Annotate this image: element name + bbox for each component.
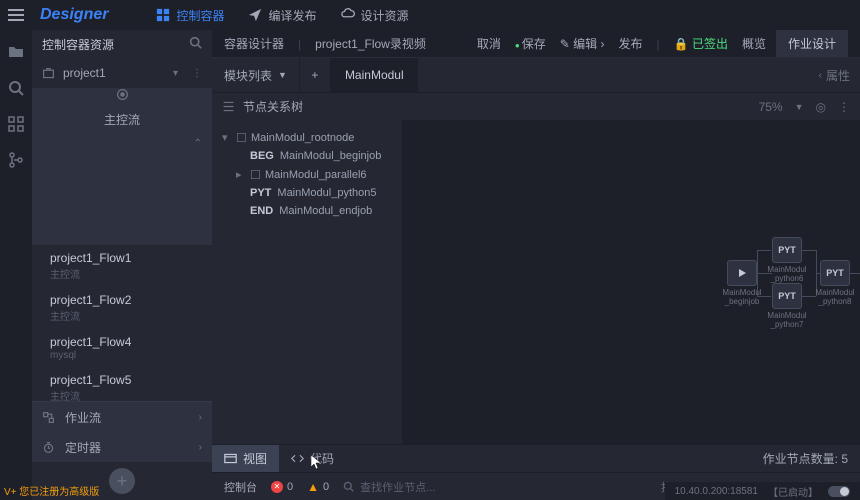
canvas-node[interactable]: PYTMainModul_python6 [767,237,807,284]
search-icon[interactable] [189,36,202,52]
flow-item[interactable]: project1_Flow2主控流 [32,287,212,329]
nav-design-resources[interactable]: 设计资源 [341,7,409,24]
section-main-flow[interactable]: 主控流 ⌃ [32,88,212,245]
flow-item[interactable]: project1_Flow1主控流 [32,245,212,287]
checkout-status[interactable]: 🔒 已签出 [674,35,728,52]
status-ip: 10.40.0.200:18581 [675,486,758,497]
properties-button[interactable]: ‹ 属性 [809,58,860,92]
rail-grid-icon[interactable] [8,116,24,132]
status-toggle[interactable] [828,486,850,497]
tree-row[interactable]: BEGMainModul_beginjob [222,147,392,165]
nav-control-container[interactable]: 控制容器 [156,7,224,24]
breadcrumb-root[interactable]: 容器设计器 [224,35,284,52]
tree-row[interactable]: ENDMainModul_endjob [222,202,392,220]
rail-folder-icon[interactable] [8,44,24,60]
target-icon[interactable]: ◎ [816,100,826,114]
registration-note: V+ 您已注册为高级版 [4,483,99,498]
chevron-down-icon: ⌃ [194,138,202,149]
nav-compile-publish[interactable]: 编译发布 [248,7,316,24]
design-tab[interactable]: 作业设计 [776,30,848,57]
rail-search-icon[interactable] [8,80,24,96]
edit-button[interactable]: ✎ 编辑 › [560,35,605,52]
search-icon [343,481,354,492]
code-tab[interactable]: 代码 [279,445,346,472]
console-search-input[interactable]: 查找作业节点... [360,479,435,495]
add-button[interactable]: + [109,468,135,494]
console-label: 控制台 [224,479,257,495]
section-work-flow[interactable]: 作业流 › [32,402,212,432]
flow-item[interactable]: project1_Flow5主控流 [32,367,212,402]
chevron-right-icon: › [199,442,202,453]
save-button[interactable]: ●保存 [515,35,546,52]
tree-icon [222,100,235,113]
tree-row[interactable]: PYTMainModul_python5 [222,184,392,202]
overview-tab[interactable]: 概览 [742,35,766,52]
chevron-down-icon: ▾ [173,68,178,79]
section-timer[interactable]: 定时器 › [32,432,212,462]
project-name: project1 [63,66,106,80]
add-tab-button[interactable]: + [299,58,331,92]
breadcrumb-current: project1_Flow录视频 [315,35,426,52]
tab-mainmodul[interactable]: MainModul [331,58,418,92]
more-icon[interactable]: ⋮ [838,100,850,114]
more-icon[interactable]: ⋮ [192,68,202,79]
node-count: 作业节点数量: 5 [751,445,860,472]
rail-branch-icon[interactable] [8,152,24,168]
zoom-level[interactable]: 75% [759,100,783,114]
canvas-node[interactable]: MainModul_beginjob [722,260,762,307]
status-state: 【已启动】 [768,484,818,499]
chevron-right-icon: › [199,412,202,423]
tree-row[interactable]: ▸MainModul_parallel6 [222,165,392,184]
module-list-dropdown[interactable]: 模块列表 ▼ [212,58,299,92]
view-tab[interactable]: 视图 [212,445,279,472]
cancel-button[interactable]: 取消 [477,35,501,52]
sidebar-title: 控制容器资源 [42,36,114,53]
logo: Designer [40,6,108,24]
menu-icon[interactable] [8,5,28,25]
canvas-node[interactable]: PYTMainModul_python7 [767,283,807,330]
canvas-node[interactable]: PYTMainModul_python8 [815,260,855,307]
flow-item[interactable]: project1_Flow4mysql [32,329,212,367]
error-count[interactable]: ✕0 [271,481,293,493]
tree-title: 节点关系树 [243,98,303,115]
publish-button[interactable]: 发布 [619,35,643,52]
project-row[interactable]: project1 ▾ ⋮ [32,58,212,88]
tree-row[interactable]: ▾MainModul_rootnode [222,128,392,147]
warning-count[interactable]: ▲0 [307,480,329,494]
